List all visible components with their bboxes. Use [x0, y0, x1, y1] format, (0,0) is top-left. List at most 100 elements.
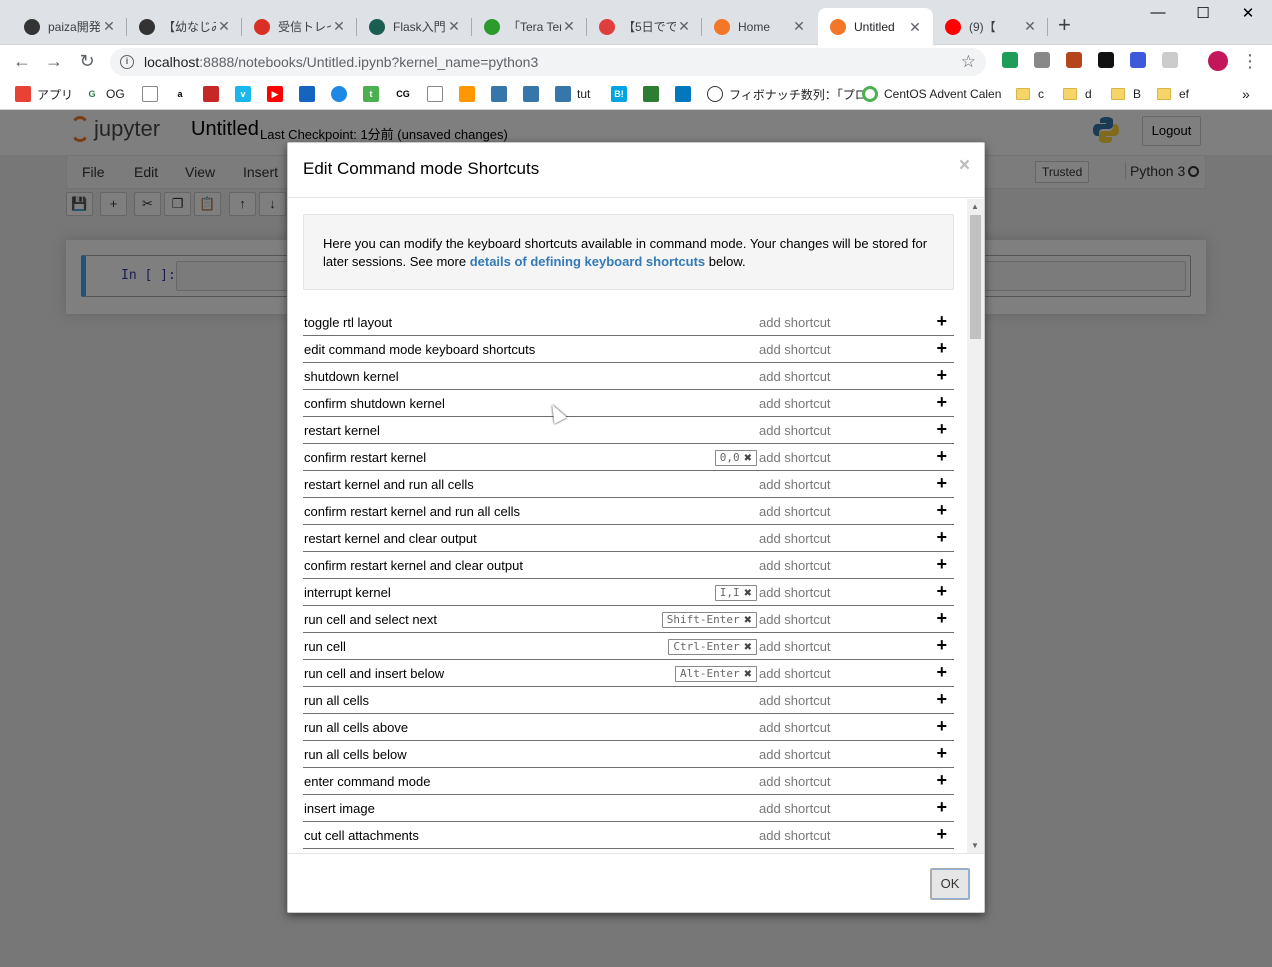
add-shortcut-plus-icon[interactable]: + — [936, 311, 947, 331]
add-shortcut-input[interactable]: add shortcut — [759, 720, 831, 735]
browser-tab[interactable]: 「Tera Ter ✕ — [472, 8, 587, 45]
jetbrains-extension-icon[interactable] — [1098, 52, 1114, 68]
add-shortcut-plus-icon[interactable]: + — [936, 365, 947, 385]
bookmark-github[interactable] — [331, 85, 353, 103]
bookmark-folder-ef[interactable]: ef — [1157, 85, 1189, 103]
scroll-up-icon[interactable]: ▲ — [971, 202, 979, 211]
ok-button[interactable]: OK — [930, 868, 970, 900]
add-shortcut-plus-icon[interactable]: + — [936, 797, 947, 817]
tab-close-icon[interactable]: ✕ — [791, 18, 807, 35]
bookmark-site[interactable] — [643, 85, 665, 103]
add-shortcut-plus-icon[interactable]: + — [936, 581, 947, 601]
tab-close-icon[interactable]: ✕ — [561, 18, 577, 35]
address-bar[interactable]: i localhost:8888/notebooks/Untitled.ipyn… — [110, 48, 986, 76]
add-shortcut-input[interactable]: add shortcut — [759, 315, 831, 330]
tab-close-icon[interactable]: ✕ — [331, 18, 347, 35]
add-shortcut-input[interactable]: add shortcut — [759, 828, 831, 843]
bookmark-site[interactable] — [459, 85, 481, 103]
browser-tab[interactable]: 【幼なじみ✕ — [127, 8, 242, 45]
new-tab-button[interactable]: + — [1058, 14, 1071, 36]
add-shortcut-input[interactable]: add shortcut — [759, 369, 831, 384]
bookmark-site[interactable] — [299, 85, 321, 103]
add-shortcut-plus-icon[interactable]: + — [936, 527, 947, 547]
add-shortcut-input[interactable]: add shortcut — [759, 396, 831, 411]
add-shortcut-input[interactable]: add shortcut — [759, 504, 831, 519]
add-shortcut-input[interactable]: add shortcut — [759, 774, 831, 789]
add-shortcut-input[interactable]: add shortcut — [759, 666, 831, 681]
add-shortcut-plus-icon[interactable]: + — [936, 716, 947, 736]
forward-icon[interactable]: → — [44, 51, 64, 71]
back-icon[interactable]: ← — [12, 51, 32, 71]
extension-icon[interactable] — [1066, 52, 1082, 68]
bookmark-amazon[interactable]: a — [172, 85, 194, 103]
browser-tab[interactable]: Flask入門 ✕ — [357, 8, 472, 45]
add-shortcut-input[interactable]: add shortcut — [759, 747, 831, 762]
extension-icon[interactable] — [1002, 52, 1018, 68]
bookmark-og[interactable]: G OG — [84, 85, 125, 103]
remove-shortcut-icon[interactable]: ✖ — [744, 588, 752, 599]
dialog-scrollbar[interactable]: ▲ ▼ — [967, 199, 984, 853]
minimize-button[interactable]: — — [1135, 4, 1181, 21]
scroll-down-icon[interactable]: ▼ — [971, 841, 979, 850]
add-shortcut-plus-icon[interactable]: + — [936, 473, 947, 493]
bookmark-site[interactable]: t — [363, 85, 385, 103]
tab-close-icon[interactable]: ✕ — [216, 18, 232, 35]
browser-tab[interactable]: paiza開発 ✕ — [12, 8, 127, 45]
add-shortcut-input[interactable]: add shortcut — [759, 693, 831, 708]
maximize-button[interactable]: ☐ — [1180, 4, 1226, 22]
more-bookmarks-icon[interactable]: » — [1242, 85, 1250, 103]
chrome-menu-icon[interactable]: ⋮ — [1240, 51, 1260, 71]
add-shortcut-plus-icon[interactable]: + — [936, 689, 947, 709]
add-shortcut-input[interactable]: add shortcut — [759, 585, 831, 600]
bookmark-youtube[interactable]: ▶ — [267, 85, 289, 103]
add-shortcut-plus-icon[interactable]: + — [936, 446, 947, 466]
tab-close-icon[interactable]: ✕ — [907, 19, 923, 35]
site-info-icon[interactable]: i — [120, 55, 134, 69]
close-icon[interactable]: × — [959, 155, 970, 177]
browser-tab[interactable]: 【5日でで ✕ — [587, 8, 702, 45]
browser-tab[interactable]: 受信トレイ✕ — [242, 8, 357, 45]
add-shortcut-plus-icon[interactable]: + — [936, 554, 947, 574]
bookmark-python[interactable] — [491, 85, 513, 103]
bookmark-site[interactable] — [203, 85, 225, 103]
bookmark-star-icon[interactable]: ☆ — [961, 52, 976, 72]
add-shortcut-plus-icon[interactable]: + — [936, 608, 947, 628]
tab-close-icon[interactable]: ✕ — [676, 18, 692, 35]
add-shortcut-input[interactable]: add shortcut — [759, 531, 831, 546]
add-shortcut-input[interactable]: add shortcut — [759, 477, 831, 492]
bookmark-centos[interactable]: CentOS Advent Calen — [862, 85, 1001, 103]
browser-tab[interactable]: Home ✕ — [702, 8, 817, 45]
bookmark-folder-d[interactable]: d — [1063, 85, 1092, 103]
add-shortcut-input[interactable]: add shortcut — [759, 342, 831, 357]
bookmark-apps[interactable]: アプリ — [15, 85, 73, 103]
add-shortcut-plus-icon[interactable]: + — [936, 662, 947, 682]
bookmark-hatena[interactable]: B! — [611, 85, 633, 103]
add-shortcut-input[interactable]: add shortcut — [759, 612, 831, 627]
bookmark-page[interactable] — [427, 85, 449, 103]
bookmark-fibonacci[interactable]: フィボナッチ数列：「プロ — [707, 85, 867, 103]
extension-icon[interactable] — [1034, 52, 1050, 68]
browser-tab[interactable]: Untitled ✕ — [818, 8, 933, 46]
reload-icon[interactable]: ↻ — [77, 51, 97, 71]
bookmark-cg[interactable]: CG — [395, 85, 417, 103]
remove-shortcut-icon[interactable]: ✖ — [744, 669, 752, 680]
remove-shortcut-icon[interactable]: ✖ — [744, 642, 752, 653]
bookmark-folder-c[interactable]: c — [1016, 85, 1044, 103]
add-shortcut-plus-icon[interactable]: + — [936, 743, 947, 763]
bookmark-folder-b[interactable]: B — [1111, 85, 1141, 103]
window-close-button[interactable]: ✕ — [1225, 4, 1271, 22]
add-shortcut-input[interactable]: add shortcut — [759, 558, 831, 573]
bookmark-python[interactable] — [523, 85, 545, 103]
shortcut-docs-link[interactable]: details of defining keyboard shortcuts — [470, 254, 705, 269]
add-shortcut-plus-icon[interactable]: + — [936, 635, 947, 655]
bookmark-site[interactable] — [675, 85, 697, 103]
add-shortcut-plus-icon[interactable]: + — [936, 338, 947, 358]
extension-icon[interactable] — [1130, 52, 1146, 68]
tab-close-icon[interactable]: ✕ — [446, 18, 462, 35]
tab-close-icon[interactable]: ✕ — [1022, 18, 1038, 35]
remove-shortcut-icon[interactable]: ✖ — [744, 453, 752, 464]
add-shortcut-input[interactable]: add shortcut — [759, 801, 831, 816]
bookmark-vimeo[interactable]: v — [235, 85, 257, 103]
add-shortcut-plus-icon[interactable]: + — [936, 824, 947, 844]
add-shortcut-plus-icon[interactable]: + — [936, 392, 947, 412]
